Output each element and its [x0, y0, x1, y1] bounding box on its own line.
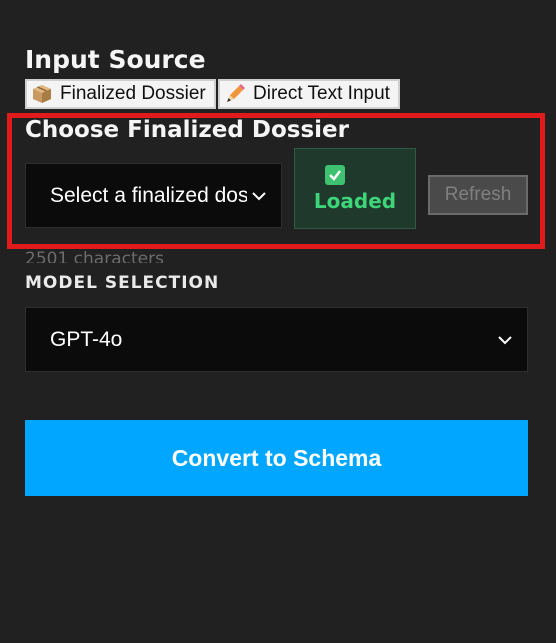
convert-to-schema-button[interactable]: Convert to Schema [25, 420, 528, 496]
package-icon [31, 83, 53, 105]
input-source-title: Input Source [25, 45, 206, 74]
tab-finalized-dossier[interactable]: Finalized Dossier [25, 79, 216, 109]
tab-direct-text-input-label: Direct Text Input [253, 83, 390, 104]
choose-dossier-title: Choose Finalized Dossier [25, 117, 349, 143]
chevron-down-icon [493, 335, 527, 345]
model-select[interactable]: GPT-4o [25, 307, 528, 372]
check-icon [325, 164, 345, 185]
model-select-value: GPT-4o [50, 327, 123, 351]
char-count: 2501 characters [25, 249, 164, 263]
dossier-select-value: Select a finalized dossier [50, 183, 247, 207]
loaded-status-badge: Loaded [294, 148, 416, 229]
pencil-icon [224, 83, 246, 105]
chevron-down-icon [247, 191, 281, 201]
tab-direct-text-input[interactable]: Direct Text Input [218, 79, 400, 109]
model-selection-label: MODEL SELECTION [25, 273, 220, 293]
refresh-button[interactable]: Refresh [428, 175, 528, 215]
tab-finalized-dossier-label: Finalized Dossier [60, 83, 206, 104]
loaded-status-label: Loaded [313, 188, 397, 213]
dossier-select[interactable]: Select a finalized dossier [25, 163, 282, 228]
